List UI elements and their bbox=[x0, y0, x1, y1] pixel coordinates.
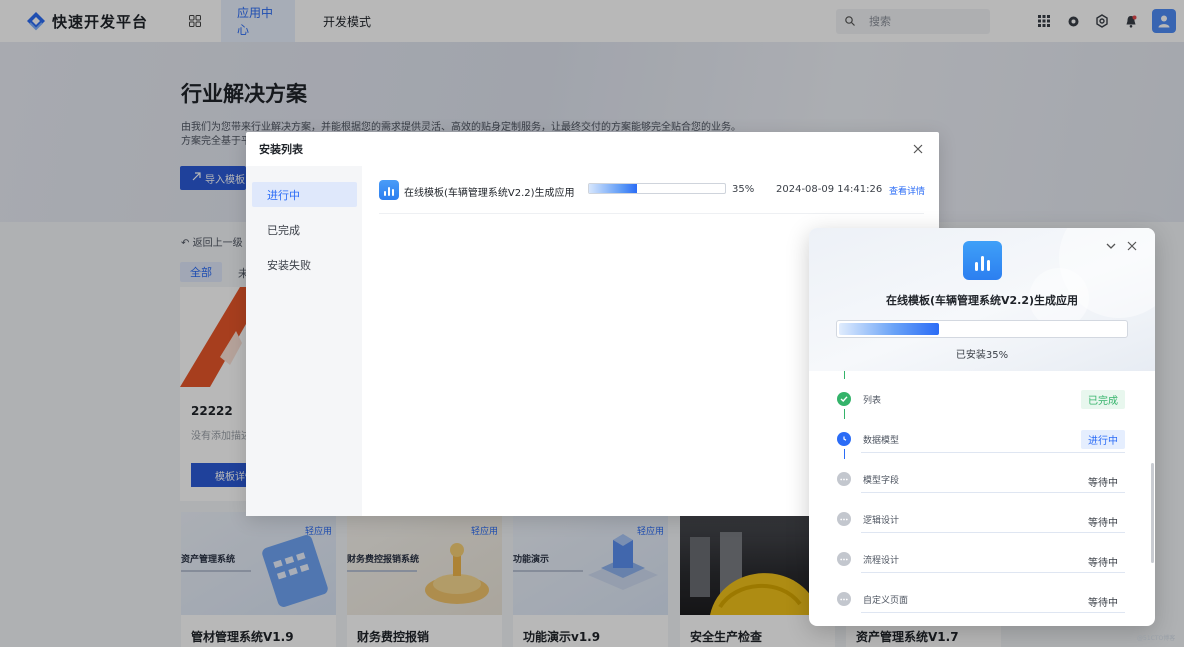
step-status-badge: 等待中 bbox=[1088, 558, 1118, 569]
close-icon[interactable] bbox=[911, 142, 925, 156]
step-status-badge: 等待中 bbox=[1088, 478, 1118, 489]
step-divider bbox=[861, 492, 1125, 493]
more-dots-icon bbox=[837, 552, 851, 566]
step-label: 自定义页面 bbox=[863, 596, 909, 606]
panel-scrollbar[interactable] bbox=[1151, 463, 1154, 563]
close-icon[interactable] bbox=[1127, 240, 1141, 254]
task-progress-percent: 35% bbox=[732, 184, 755, 195]
watermark: @51CTO博客 bbox=[1137, 635, 1176, 642]
panel-progress-bar bbox=[836, 320, 1128, 338]
step-data-model: 数据模型 进行中 bbox=[809, 430, 1155, 470]
task-name: 在线模板(车辆管理系统V2.2)生成应用 bbox=[404, 188, 575, 199]
step-status-badge: 等待中 bbox=[1088, 518, 1118, 529]
task-progress-bar bbox=[588, 183, 726, 194]
chevron-down-icon[interactable] bbox=[1105, 240, 1119, 254]
bar-chart-icon bbox=[963, 241, 1002, 280]
install-task-row: 在线模板(车辆管理系统V2.2)生成应用 35% 2024-08-09 14:4… bbox=[379, 178, 925, 214]
more-dots-icon bbox=[837, 592, 851, 606]
step-divider bbox=[861, 612, 1125, 613]
step-divider bbox=[861, 532, 1125, 533]
panel-progress-fill bbox=[839, 323, 940, 335]
check-icon bbox=[837, 392, 851, 406]
install-status-sidebar: 进行中 已完成 安装失败 bbox=[246, 166, 362, 516]
task-timestamp: 2024-08-09 14:41:26 bbox=[776, 184, 883, 195]
task-progress-fill bbox=[589, 184, 637, 193]
step-label: 列表 bbox=[863, 396, 882, 406]
panel-title: 在线模板(车辆管理系统V2.2)生成应用 bbox=[885, 294, 1079, 307]
step-label: 逻辑设计 bbox=[863, 516, 900, 526]
step-divider bbox=[861, 452, 1125, 453]
view-details-link[interactable]: 查看详情 bbox=[889, 184, 925, 197]
tab-failed[interactable]: 安装失败 bbox=[252, 252, 357, 277]
step-status-badge: 已完成 bbox=[1081, 390, 1125, 409]
step-label: 模型字段 bbox=[863, 476, 900, 486]
step-model-fields: 模型字段 等待中 bbox=[809, 470, 1155, 510]
bar-chart-icon bbox=[379, 180, 399, 200]
step-status-badge: 进行中 bbox=[1081, 430, 1125, 449]
step-custom-page: 自定义页面 等待中 bbox=[809, 590, 1155, 626]
tab-in-progress[interactable]: 进行中 bbox=[252, 182, 357, 207]
tab-completed[interactable]: 已完成 bbox=[252, 217, 357, 242]
dialog-title: 安装列表 bbox=[259, 143, 303, 156]
step-status-badge: 等待中 bbox=[1088, 598, 1118, 609]
timeline-connector bbox=[844, 371, 845, 379]
more-dots-icon bbox=[837, 472, 851, 486]
install-progress-panel: 在线模板(车辆管理系统V2.2)生成应用 已安装35% 列表 已完成 数据模型 … bbox=[809, 228, 1155, 626]
more-dots-icon bbox=[837, 512, 851, 526]
step-label: 流程设计 bbox=[863, 556, 900, 566]
step-label: 数据模型 bbox=[863, 436, 900, 446]
step-list: 列表 已完成 bbox=[809, 390, 1155, 430]
clock-icon bbox=[837, 432, 851, 446]
step-flow-design: 流程设计 等待中 bbox=[809, 550, 1155, 590]
step-divider bbox=[861, 572, 1125, 573]
step-logic-design: 逻辑设计 等待中 bbox=[809, 510, 1155, 550]
panel-progress-status: 已安装35% bbox=[955, 350, 1009, 361]
